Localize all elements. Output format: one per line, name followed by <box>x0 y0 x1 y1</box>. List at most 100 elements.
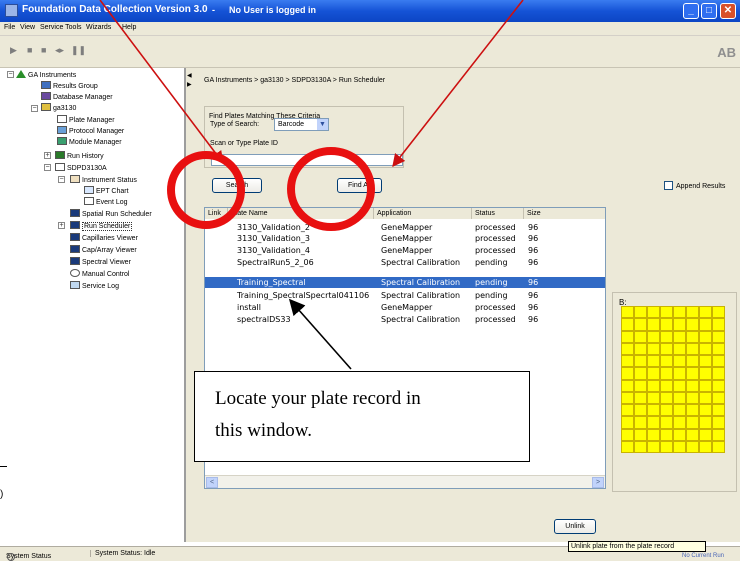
plate-well[interactable] <box>673 342 686 355</box>
tree-expander[interactable]: + <box>44 152 51 159</box>
plate-well[interactable] <box>660 342 673 355</box>
tree-item-event-log[interactable]: Event Log <box>84 197 128 207</box>
plate-id-input[interactable] <box>211 154 403 166</box>
tree-item-capillaries-viewer[interactable]: Capillaries Viewer <box>70 233 138 243</box>
plate-well[interactable] <box>699 379 712 392</box>
plate-well[interactable] <box>634 391 647 404</box>
plate-well[interactable] <box>634 379 647 392</box>
tree-item-module-manager[interactable]: Module Manager <box>57 137 122 147</box>
plate-well[interactable] <box>634 416 647 429</box>
plate-well[interactable] <box>634 342 647 355</box>
plate-well[interactable] <box>634 355 647 368</box>
table-row[interactable]: 3130_Validation_3 GeneMapper processed 9… <box>205 233 605 244</box>
plate-well[interactable] <box>634 440 647 453</box>
search-button[interactable]: Search <box>212 178 262 193</box>
plate-well[interactable] <box>699 367 712 380</box>
plate-well[interactable] <box>660 404 673 417</box>
plate-well[interactable] <box>699 355 712 368</box>
plate-well[interactable] <box>647 416 660 429</box>
tree-item-sdpd3130a[interactable]: SDPD3130A <box>55 163 107 173</box>
plate-well[interactable] <box>660 379 673 392</box>
plate-well[interactable] <box>673 416 686 429</box>
close-button[interactable]: ✕ <box>720 3 736 19</box>
tree-item-ga-instruments[interactable]: GA Instruments <box>16 70 76 80</box>
plate-well[interactable] <box>673 330 686 343</box>
tree-item-spectral-viewer[interactable]: Spectral Viewer <box>70 257 131 267</box>
plate-well[interactable] <box>621 391 634 404</box>
plate-well[interactable] <box>712 306 725 319</box>
tree-item-protocol-manager[interactable]: Protocol Manager <box>57 126 124 136</box>
maximize-button[interactable]: □ <box>701 3 717 19</box>
tree-expander[interactable]: − <box>7 71 14 78</box>
plate-well[interactable] <box>699 330 712 343</box>
plate-well[interactable] <box>647 428 660 441</box>
expand-right-icon[interactable]: ▶ <box>187 81 192 88</box>
table-row[interactable]: spectralDS33 Spectral Calibration proces… <box>205 314 605 325</box>
plate-well[interactable] <box>673 318 686 331</box>
plate-well[interactable] <box>673 428 686 441</box>
plate-well[interactable] <box>686 379 699 392</box>
tree-item-service-log[interactable]: Service Log <box>70 281 119 291</box>
tree-item-cap-array-viewer[interactable]: Cap/Array Viewer <box>70 245 137 255</box>
plate-well[interactable] <box>647 367 660 380</box>
plate-well[interactable] <box>699 404 712 417</box>
table-row[interactable]: install GeneMapper processed 96 <box>205 302 605 313</box>
plate-well[interactable] <box>673 404 686 417</box>
plate-well[interactable] <box>699 428 712 441</box>
column-header-status[interactable]: Status <box>472 208 524 219</box>
plate-well[interactable] <box>673 306 686 319</box>
collapse-left-icon[interactable]: ◀ <box>187 72 192 79</box>
plate-well[interactable] <box>660 440 673 453</box>
plate-well[interactable] <box>660 318 673 331</box>
tree-item-ept-chart[interactable]: EPT Chart <box>84 186 129 196</box>
plate-well[interactable] <box>712 342 725 355</box>
tree-expander[interactable]: − <box>31 105 38 112</box>
play-icon[interactable]: ▶ <box>10 46 20 55</box>
scroll-left-icon[interactable]: < <box>206 477 218 488</box>
plate-well[interactable] <box>686 355 699 368</box>
plate-well[interactable] <box>699 318 712 331</box>
plate-well[interactable] <box>621 379 634 392</box>
plate-well[interactable] <box>660 428 673 441</box>
plate-well[interactable] <box>699 416 712 429</box>
plate-well[interactable] <box>634 306 647 319</box>
plate-well[interactable] <box>673 440 686 453</box>
plate-well[interactable] <box>712 416 725 429</box>
menu-service-tools[interactable]: Service Tools <box>40 24 82 31</box>
plate-well[interactable] <box>686 367 699 380</box>
checkbox-box[interactable] <box>664 181 673 190</box>
tree-item-run-scheduler[interactable]: Run Scheduler <box>70 221 133 231</box>
plate-well[interactable] <box>686 391 699 404</box>
tree-expander[interactable]: − <box>58 176 65 183</box>
menu-file[interactable]: File <box>4 24 15 31</box>
plate-well[interactable] <box>621 330 634 343</box>
plate-well[interactable] <box>634 330 647 343</box>
tree-item-instrument-status[interactable]: Instrument Status <box>70 175 137 185</box>
scroll-right-icon[interactable]: > <box>592 477 604 488</box>
plate-well[interactable] <box>660 330 673 343</box>
plate-well[interactable] <box>712 428 725 441</box>
plate-well[interactable] <box>647 318 660 331</box>
plate-well[interactable] <box>634 318 647 331</box>
plate-well[interactable] <box>712 440 725 453</box>
plate-well[interactable] <box>647 440 660 453</box>
plate-well[interactable] <box>686 416 699 429</box>
plate-well[interactable] <box>686 428 699 441</box>
plate-well[interactable] <box>660 367 673 380</box>
plate-well[interactable] <box>621 367 634 380</box>
plate-well[interactable] <box>699 342 712 355</box>
plate-well[interactable] <box>647 330 660 343</box>
plate-well[interactable] <box>634 367 647 380</box>
plate-well[interactable] <box>647 355 660 368</box>
plate-well[interactable] <box>621 318 634 331</box>
plate-well[interactable] <box>621 355 634 368</box>
table-row[interactable]: Training_SpectralSpecrtal041106 Spectral… <box>205 290 605 301</box>
tree-item-database-manager[interactable]: Database Manager <box>41 92 113 102</box>
minimize-button[interactable]: _ <box>683 3 699 19</box>
chevron-down-icon[interactable]: ▼ <box>317 119 328 130</box>
column-header-link[interactable]: Link <box>205 208 228 219</box>
pause-icon-2[interactable]: ❚❚ <box>71 46 86 55</box>
menu-help[interactable]: Help <box>122 24 136 31</box>
plate-well[interactable] <box>621 342 634 355</box>
plate-well[interactable] <box>686 330 699 343</box>
